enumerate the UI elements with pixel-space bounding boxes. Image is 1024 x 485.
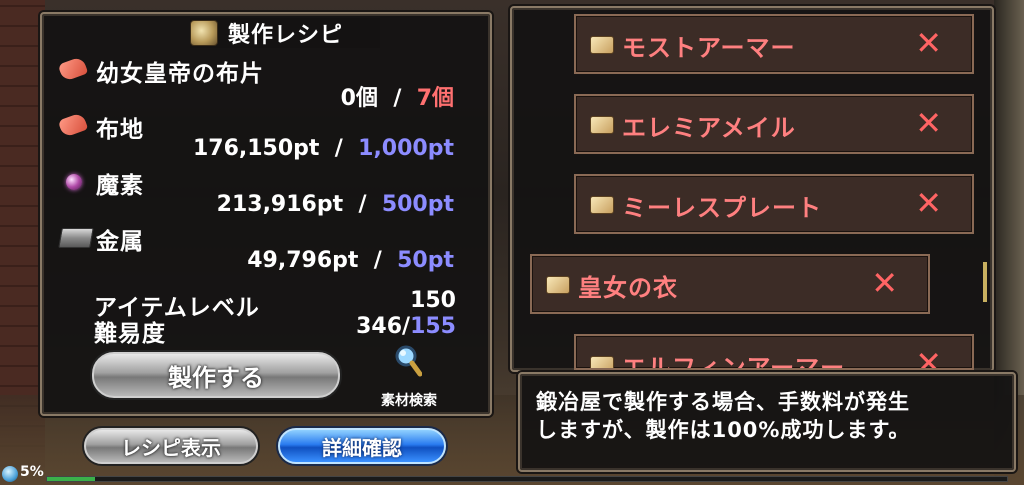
recipe-scroll-icon [590,116,614,134]
remove-icon[interactable]: ✕ [915,344,942,368]
material-separator: / [334,136,343,161]
recipe-scroll-icon [590,36,614,54]
recipe-list-item[interactable]: ミーレスプレート ✕ [574,174,974,234]
cloth-icon [57,112,89,138]
material-search-button[interactable]: 素材検索 [364,344,454,414]
material-have: 213,916pt [216,192,344,217]
remove-icon[interactable]: ✕ [915,104,942,142]
material-separator: / [393,86,402,111]
exp-bar-fill [47,477,95,481]
recipe-scroll-icon [590,356,614,368]
material-name: 布地 [96,117,144,143]
material-name: 幼女皇帝の布片 [96,61,264,87]
recipe-list-item[interactable]: エルフィンアーマー ✕ [574,334,974,370]
recipe-title-plate: 製作レシピ [190,18,380,48]
material-need: 500pt [381,192,454,217]
recipe-list-panel: モストアーマー ✕ エレミアメイル ✕ ミーレスプレート ✕ 皇女の衣 ✕ エル… [510,6,994,372]
material-amount: 49,796pt / 50pt [247,248,454,273]
recipe-list-item[interactable]: モストアーマー ✕ [574,14,974,74]
recipe-list-item[interactable]: エレミアメイル ✕ [574,94,974,154]
recipe-list-scrollbar[interactable] [983,262,987,302]
cloth-icon [57,56,89,82]
difficulty-current: 346/ [356,314,411,339]
message-text: 鍛冶屋で製作する場合、手数料が発生 しますが、製作は100%成功します。 [536,388,910,444]
material-name: 魔素 [96,173,144,199]
material-separator: / [373,248,382,273]
status-orb-icon [2,466,18,482]
difficulty-max: 155 [410,314,456,339]
recipe-panel: 製作レシピ 幼女皇帝の布片 0個 / 7個 布地 176,150pt / 1,0… [40,12,492,416]
material-have: 49,796pt [247,248,359,273]
material-separator: / [358,192,367,217]
message-line: 鍛冶屋で製作する場合、手数料が発生 [536,390,910,414]
recipe-list-item-name: エルフィンアーマー [622,354,846,370]
material-name: 金属 [96,229,144,255]
material-amount: 213,916pt / 500pt [217,192,454,217]
magnifier-icon [395,345,422,377]
remove-icon[interactable]: ✕ [871,264,898,302]
material-need: 1,000pt [358,136,454,161]
material-have: 176,150pt [192,136,320,161]
recipe-book-icon [190,20,218,46]
metal-ingot-icon [58,228,94,248]
status-bar: 5% [0,464,1024,485]
item-level-value: 150 [410,288,456,313]
recipe-list-item-selected[interactable]: 皇女の衣 ✕ [530,254,930,314]
craft-button[interactable]: 製作する [92,352,340,398]
remove-icon[interactable]: ✕ [915,24,942,62]
recipe-scroll-icon [590,196,614,214]
recipe-list-item-name: ミーレスプレート [622,194,822,222]
recipe-display-button[interactable]: レシピ表示 [84,428,258,464]
message-panel: 鍛冶屋で製作する場合、手数料が発生 しますが、製作は100%成功します。 [518,372,1016,472]
recipe-list-item-name: モストアーマー [622,34,796,62]
material-need: 7個 [416,86,454,111]
recipe-list-item-name: エレミアメイル [622,114,796,142]
difficulty-label: 難易度 [94,321,166,347]
recipe-list-item-name: 皇女の衣 [578,274,678,302]
material-search-label: 素材検索 [381,393,437,409]
material-need: 50pt [397,248,454,273]
exp-percent: 5% [20,464,44,480]
material-amount: 0個 / 7個 [341,80,454,112]
material-have: 0個 [340,86,378,111]
remove-icon[interactable]: ✕ [915,184,942,222]
recipe-scroll-icon [546,276,570,294]
details-button[interactable]: 詳細確認 [278,428,446,464]
magic-orb-icon [66,174,82,190]
message-line: しますが、製作は100%成功します。 [536,418,911,442]
exp-bar [46,476,1008,482]
material-amount: 176,150pt / 1,000pt [193,136,454,161]
recipe-title: 製作レシピ [228,23,344,48]
difficulty-value: 346/155 [356,314,456,339]
